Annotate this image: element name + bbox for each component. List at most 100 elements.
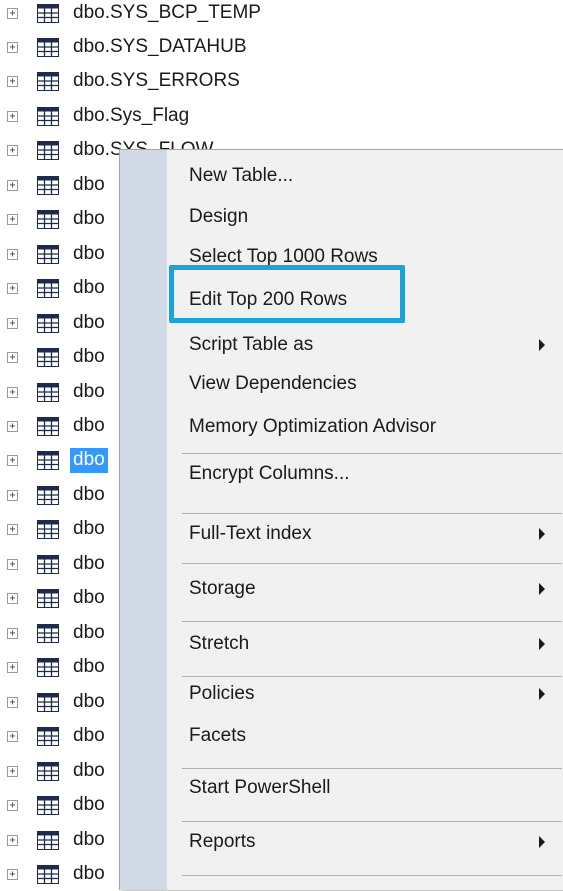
expand-icon[interactable]: + bbox=[7, 420, 18, 432]
expand-icon[interactable]: + bbox=[7, 765, 18, 777]
expand-icon[interactable]: + bbox=[7, 282, 18, 294]
menu-separator bbox=[182, 768, 562, 769]
menu-item[interactable]: Facets bbox=[167, 717, 563, 755]
expand-icon[interactable]: + bbox=[7, 799, 18, 811]
tree-row-label[interactable]: dbo bbox=[70, 690, 108, 715]
tree-row[interactable]: + dbo.SYS_DATAHUB bbox=[0, 30, 560, 64]
menu-item-label: Start PowerShell bbox=[189, 777, 331, 798]
table-icon bbox=[37, 830, 59, 850]
tree-row-label[interactable]: dbo bbox=[70, 345, 108, 370]
tree-row[interactable]: + dbo.SYS_BCP_TEMP bbox=[0, 0, 560, 30]
table-icon bbox=[37, 416, 59, 436]
tree-row-label[interactable]: dbo bbox=[70, 414, 108, 439]
tree-row-label[interactable]: dbo bbox=[70, 276, 108, 301]
table-icon bbox=[37, 37, 59, 57]
tree-row-label[interactable]: dbo bbox=[70, 828, 108, 853]
tree-row-label[interactable]: dbo bbox=[70, 759, 108, 784]
table-icon bbox=[37, 692, 59, 712]
tree-row-label[interactable]: dbo bbox=[70, 655, 108, 680]
submenu-arrow-icon bbox=[539, 339, 545, 351]
table-icon bbox=[37, 313, 59, 333]
table-icon bbox=[37, 726, 59, 746]
table-icon bbox=[37, 450, 59, 470]
expand-icon[interactable]: + bbox=[7, 834, 18, 846]
tree-row-label[interactable]: dbo bbox=[70, 552, 108, 577]
table-icon bbox=[37, 795, 59, 815]
menu-item[interactable]: Storage bbox=[167, 570, 563, 608]
menu-separator bbox=[182, 821, 562, 822]
menu-item[interactable]: View Dependencies bbox=[167, 365, 563, 403]
menu-item[interactable]: Script Table as bbox=[167, 326, 563, 364]
tree-row-label[interactable]: dbo bbox=[70, 380, 108, 405]
tree-row-label[interactable]: dbo bbox=[70, 862, 108, 887]
menu-item[interactable]: Encrypt Columns... bbox=[167, 455, 563, 493]
menu-item[interactable]: Memory Optimization Advisor bbox=[167, 408, 563, 446]
menu-item[interactable]: Full-Text index bbox=[167, 515, 563, 553]
tree-row-label[interactable]: dbo.SYS_BCP_TEMP bbox=[70, 1, 264, 26]
annotation-highlight-box bbox=[169, 265, 405, 323]
table-icon bbox=[37, 347, 59, 367]
menu-separator bbox=[182, 453, 562, 454]
tree-row-label[interactable]: dbo bbox=[70, 586, 108, 611]
expand-icon[interactable]: + bbox=[7, 75, 18, 87]
menu-item-label: Facets bbox=[189, 725, 247, 746]
tree-row-label[interactable]: dbo bbox=[70, 621, 108, 646]
expand-icon[interactable]: + bbox=[7, 213, 18, 225]
tree-row-label[interactable]: dbo.SYS_ERRORS bbox=[70, 69, 243, 94]
tree-row[interactable]: + dbo.Sys_Flag bbox=[0, 99, 560, 133]
tree-row-label[interactable]: dbo.SYS_DATAHUB bbox=[70, 35, 250, 60]
expand-icon[interactable]: + bbox=[7, 558, 18, 570]
expand-icon[interactable]: + bbox=[7, 7, 18, 19]
tree-row-label[interactable]: dbo bbox=[70, 724, 108, 749]
tree-row-label[interactable]: dbo bbox=[70, 517, 108, 542]
submenu-arrow-icon bbox=[539, 583, 545, 595]
tree-row-label[interactable]: dbo bbox=[70, 311, 108, 336]
menu-item[interactable]: Policies bbox=[167, 675, 563, 713]
table-icon bbox=[37, 485, 59, 505]
expand-icon[interactable]: + bbox=[7, 489, 18, 501]
expand-icon[interactable]: + bbox=[7, 317, 18, 329]
menu-item[interactable]: Reports bbox=[167, 823, 563, 861]
table-icon bbox=[37, 106, 59, 126]
tree-row[interactable]: + dbo.SYS_ERRORS bbox=[0, 64, 560, 98]
expand-icon[interactable]: + bbox=[7, 661, 18, 673]
menu-item[interactable]: Start PowerShell bbox=[167, 769, 563, 807]
expand-icon[interactable]: + bbox=[7, 110, 18, 122]
table-icon bbox=[37, 175, 59, 195]
expand-icon[interactable]: + bbox=[7, 248, 18, 260]
menu-separator bbox=[182, 563, 562, 564]
menu-item-label: Script Table as bbox=[189, 334, 314, 355]
menu-item[interactable]: New Table... bbox=[167, 157, 563, 195]
expand-icon[interactable]: + bbox=[7, 144, 18, 156]
menu-item-label: View Dependencies bbox=[189, 373, 357, 394]
tree-row-label[interactable]: dbo bbox=[70, 242, 108, 267]
submenu-arrow-icon bbox=[539, 638, 545, 650]
menu-item-label: Memory Optimization Advisor bbox=[189, 416, 437, 437]
expand-icon[interactable]: + bbox=[7, 592, 18, 604]
expand-icon[interactable]: + bbox=[7, 41, 18, 53]
expand-icon[interactable]: + bbox=[7, 696, 18, 708]
expand-icon[interactable]: + bbox=[7, 523, 18, 535]
expand-icon[interactable]: + bbox=[7, 386, 18, 398]
menu-item[interactable]: Design bbox=[167, 198, 563, 236]
expand-icon[interactable]: + bbox=[7, 868, 18, 880]
tree-row-label[interactable]: dbo bbox=[70, 793, 108, 818]
menu-item-label: Storage bbox=[189, 578, 256, 599]
expand-icon[interactable]: + bbox=[7, 351, 18, 363]
context-menu: New Table... Design Select Top 1000 Rows Ed… bbox=[119, 149, 563, 890]
expand-icon[interactable]: + bbox=[7, 627, 18, 639]
menu-separator bbox=[182, 513, 562, 514]
tree-row-label[interactable]: dbo bbox=[70, 447, 108, 473]
expand-icon[interactable]: + bbox=[7, 454, 18, 466]
tree-row-label[interactable]: dbo bbox=[70, 207, 108, 232]
table-icon bbox=[37, 554, 59, 574]
expand-icon[interactable]: + bbox=[7, 730, 18, 742]
expand-icon[interactable]: + bbox=[7, 179, 18, 191]
tree-row-label[interactable]: dbo bbox=[70, 173, 108, 198]
menu-item[interactable]: Stretch bbox=[167, 625, 563, 663]
tree-row-label[interactable]: dbo.Sys_Flag bbox=[70, 104, 192, 129]
table-icon bbox=[37, 140, 59, 160]
menu-item-label: New Table... bbox=[189, 165, 294, 186]
table-icon bbox=[37, 382, 59, 402]
tree-row-label[interactable]: dbo bbox=[70, 483, 108, 508]
